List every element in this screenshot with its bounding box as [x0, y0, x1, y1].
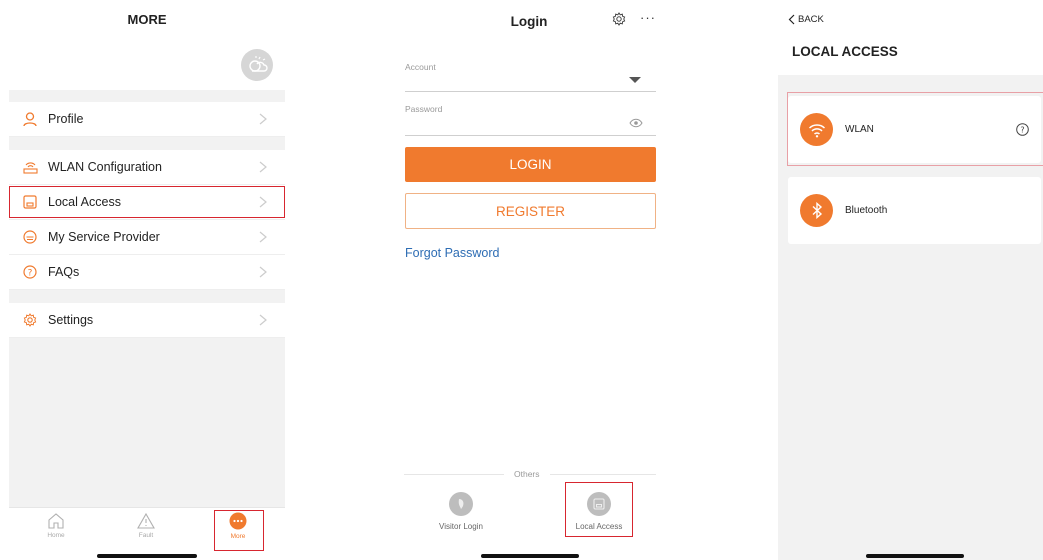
- home-indicator: [97, 554, 197, 558]
- more-header: MORE: [9, 0, 285, 90]
- account-label: Account: [405, 62, 436, 72]
- account-underline: [405, 91, 656, 92]
- password-label: Password: [405, 104, 443, 114]
- menu-item-wlan-configuration[interactable]: WLAN Configuration: [9, 150, 285, 185]
- tab-more[interactable]: More: [218, 512, 258, 552]
- visitor-login-label: Visitor Login: [439, 522, 483, 531]
- question-icon: ?: [22, 264, 38, 280]
- forgot-password-link[interactable]: Forgot Password: [405, 246, 499, 260]
- tab-home[interactable]: Home: [36, 512, 76, 552]
- more-options-icon[interactable]: ···: [640, 10, 656, 25]
- avatar[interactable]: [241, 49, 273, 81]
- home-indicator: [481, 554, 579, 558]
- menu-item-label: Profile: [48, 112, 84, 126]
- menu-item-label: My Service Provider: [48, 230, 160, 244]
- login-button[interactable]: LOGIN: [405, 147, 656, 182]
- chevron-left-icon: [788, 14, 795, 25]
- tab-label: Home: [47, 532, 65, 539]
- wifi-icon: [800, 113, 833, 146]
- local-access-header: BACK LOCAL ACCESS: [778, 0, 1043, 75]
- help-icon[interactable]: ?: [1016, 123, 1029, 136]
- more-dots-icon: [229, 512, 247, 530]
- bluetooth-icon: [800, 194, 833, 227]
- chevron-right-icon: [259, 314, 267, 326]
- menu-item-faqs[interactable]: ? FAQs: [9, 255, 285, 290]
- visitor-login-button[interactable]: Visitor Login: [428, 492, 494, 531]
- menu-item-local-access[interactable]: Local Access: [9, 185, 285, 220]
- local-access-screen: BACK LOCAL ACCESS WLAN ? Bluetooth: [778, 0, 1043, 560]
- chevron-right-icon: [259, 266, 267, 278]
- divider: [404, 474, 504, 475]
- person-icon: [22, 111, 38, 127]
- others-label: Others: [514, 469, 540, 479]
- chevron-down-icon[interactable]: [629, 77, 641, 83]
- account-input[interactable]: [405, 72, 656, 90]
- tab-label: More: [230, 533, 246, 540]
- wlan-option[interactable]: WLAN ?: [788, 96, 1041, 163]
- divider: [550, 474, 656, 475]
- bottom-tab-bar: Home Fault More: [9, 507, 285, 560]
- home-icon: [48, 513, 64, 529]
- menu-item-label: FAQs: [48, 265, 80, 279]
- menu-item-label: Settings: [48, 313, 94, 327]
- bluetooth-label: Bluetooth: [845, 205, 888, 216]
- svg-text:?: ?: [1020, 126, 1024, 135]
- menu-item-label: WLAN Configuration: [48, 160, 162, 174]
- local-access-label: Local Access: [575, 522, 623, 531]
- gear-icon: [22, 312, 38, 328]
- menu-item-my-service-provider[interactable]: My Service Provider: [9, 220, 285, 255]
- local-access-icon: [587, 492, 611, 516]
- tab-label: Fault: [138, 532, 154, 539]
- home-indicator: [866, 554, 964, 558]
- menu-item-profile[interactable]: Profile: [9, 102, 285, 137]
- wlan-label: WLAN: [845, 124, 874, 135]
- eye-icon[interactable]: [629, 118, 643, 128]
- register-button[interactable]: REGISTER: [405, 193, 656, 229]
- chevron-right-icon: [259, 231, 267, 243]
- chevron-right-icon: [259, 161, 267, 173]
- more-screen: MORE Profile WLAN Configuration Local Ac…: [9, 0, 285, 560]
- svg-text:?: ?: [28, 269, 33, 279]
- login-screen: Login ··· Account Password LOGIN REGISTE…: [396, 0, 662, 560]
- router-icon: [22, 159, 38, 175]
- menu-item-label: Local Access: [48, 195, 121, 209]
- chevron-right-icon: [259, 196, 267, 208]
- chevron-right-icon: [259, 113, 267, 125]
- page-title: MORE: [127, 12, 167, 27]
- visitor-icon: [449, 492, 473, 516]
- service-provider-icon: [22, 229, 38, 245]
- warning-icon: [137, 512, 155, 529]
- local-access-icon: [22, 194, 38, 210]
- password-input[interactable]: [405, 114, 625, 132]
- page-title: LOCAL ACCESS: [792, 44, 898, 59]
- local-access-button[interactable]: Local Access: [566, 492, 632, 531]
- back-label: BACK: [798, 14, 824, 25]
- tab-fault[interactable]: Fault: [126, 512, 166, 552]
- bluetooth-option[interactable]: Bluetooth: [788, 177, 1041, 244]
- password-underline: [405, 135, 656, 136]
- menu-item-settings[interactable]: Settings: [9, 303, 285, 338]
- gear-icon[interactable]: [612, 12, 626, 26]
- avatar-cloud-icon: [249, 56, 268, 72]
- back-button[interactable]: BACK: [788, 14, 824, 25]
